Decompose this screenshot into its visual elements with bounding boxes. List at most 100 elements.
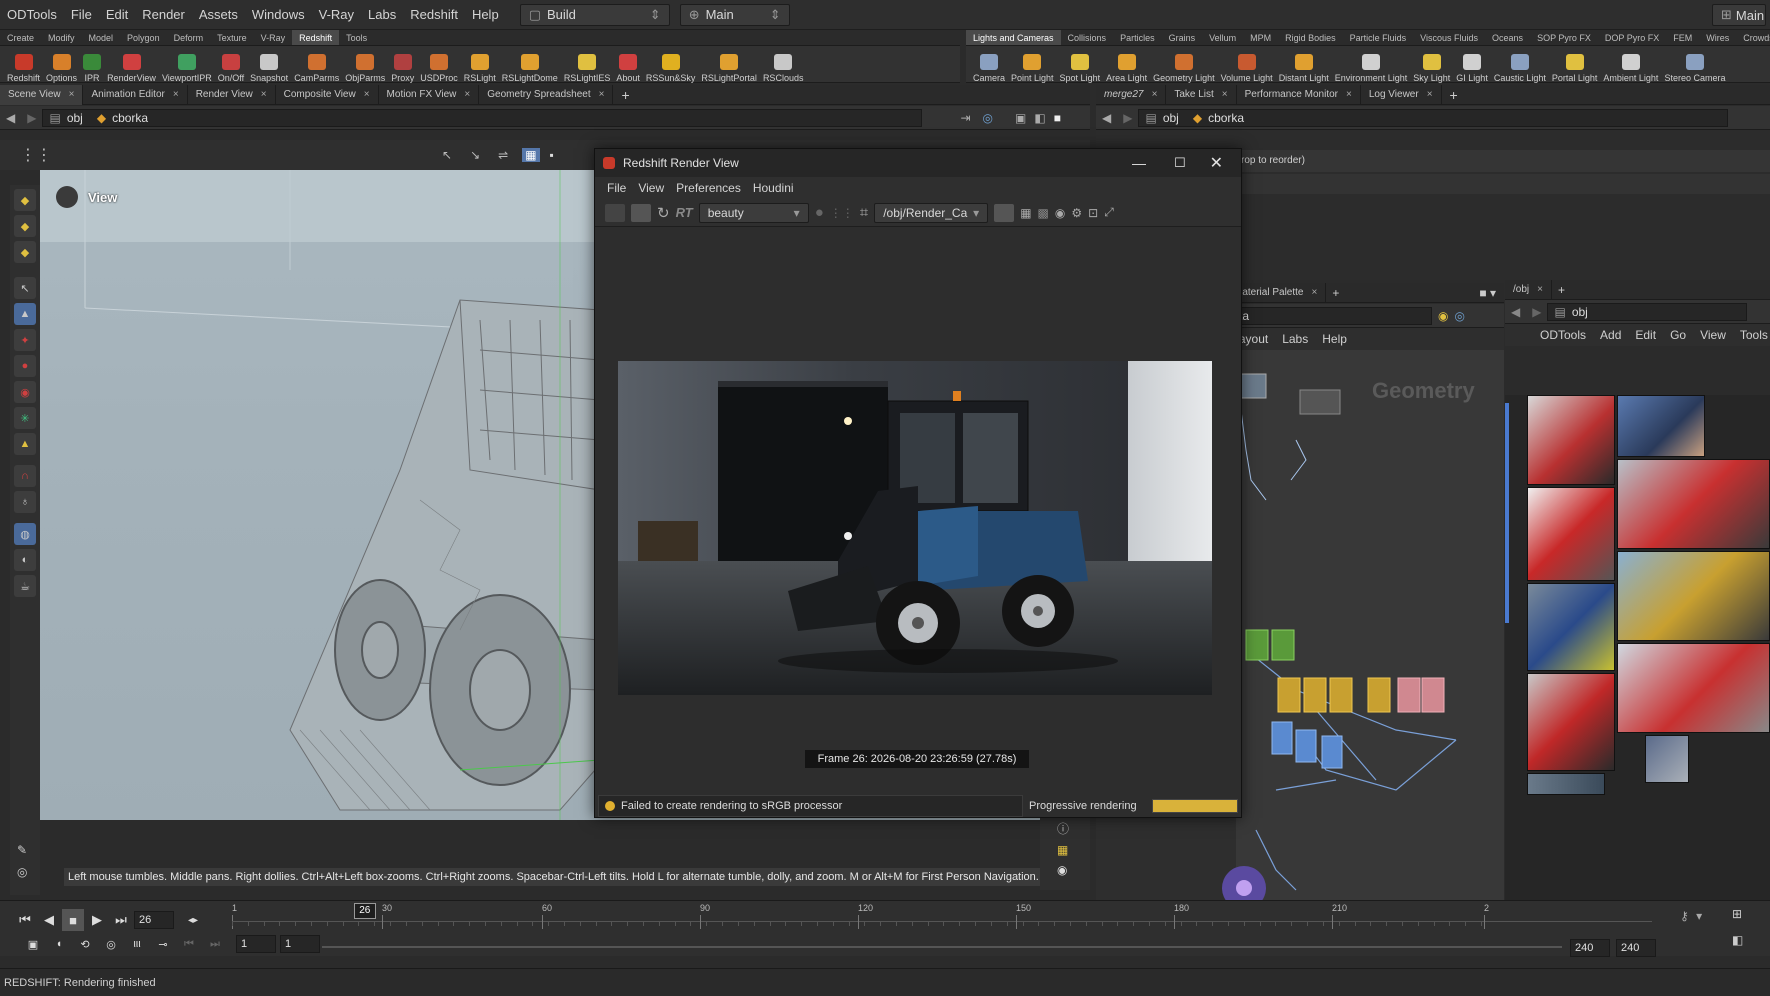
reference-thumb[interactable] [1527, 773, 1605, 795]
range-icon[interactable]: ⊸ [152, 933, 174, 955]
shelf-tab-tools[interactable]: Tools [339, 30, 374, 45]
shelf-tool-about[interactable]: About [613, 46, 643, 83]
shelf-tool-sky-light[interactable]: Sky Light [1410, 46, 1453, 83]
playback-start-field[interactable]: 1 [280, 935, 320, 953]
shelf-tab-crowds[interactable]: Crowds [1736, 30, 1770, 45]
display-mode-icon[interactable]: ▪ [550, 148, 554, 162]
handle-tool-icon[interactable]: ✳ [14, 407, 36, 429]
persp-icon[interactable]: ◎ [17, 865, 33, 879]
gallery-menu-odtools[interactable]: ODTools [1533, 328, 1593, 342]
render-menu-preferences[interactable]: Preferences [670, 181, 747, 195]
shelf-tab-polygon[interactable]: Polygon [120, 30, 167, 45]
magnet-tool-icon[interactable]: ∩ [14, 465, 36, 487]
shelf-tab-redshift[interactable]: Redshift [292, 30, 340, 45]
reference-thumb[interactable] [1617, 395, 1705, 457]
close-icon[interactable]: × [1537, 280, 1543, 300]
shelf-tab-deform[interactable]: Deform [167, 30, 211, 45]
render-view-titlebar[interactable]: Redshift Render View — ☐ ✕ [595, 149, 1241, 177]
shelf-tool-area-light[interactable]: Area Light [1103, 46, 1150, 83]
tab-composite-view[interactable]: Composite View × [276, 84, 379, 105]
select-arrow-icon[interactable]: ↖ [442, 148, 452, 162]
context-select[interactable]: ⊕ Main ⇕ [679, 3, 790, 26]
menu-edit[interactable]: Edit [99, 0, 135, 30]
shelf-tool-camparms[interactable]: CamParms [291, 46, 342, 83]
shelf-tab-vellum[interactable]: Vellum [1202, 30, 1243, 45]
shelf-tool-caustic-light[interactable]: Caustic Light [1491, 46, 1549, 83]
menu-assets[interactable]: Assets [192, 0, 245, 30]
forward-arrow-icon[interactable]: ▶ [1117, 111, 1138, 125]
timeline-ruler[interactable]: 1 30 60 90 120 150 180 210 2 26 [232, 903, 1652, 935]
shelf-tab-sop-pyro-fx[interactable]: SOP Pyro FX [1530, 30, 1598, 45]
shelf-tool-rssun-sky[interactable]: RSSun&Sky [643, 46, 699, 83]
display-icon[interactable]: ▣ [1011, 111, 1030, 125]
range-slider[interactable] [322, 946, 1562, 948]
stop-icon[interactable]: ■ [62, 909, 84, 931]
viewport-view-label[interactable]: View [56, 186, 117, 208]
path-node[interactable]: cborka [1208, 111, 1244, 125]
tab-geometry-spreadsheet[interactable]: Geometry Spreadsheet × [479, 84, 614, 105]
forward-arrow-icon[interactable]: ▶ [1526, 305, 1547, 319]
shelf-tool-rslightportal[interactable]: RSLightPortal [698, 46, 760, 83]
pose-tool-icon[interactable]: ▲ [14, 433, 36, 455]
tab-motion-fx-view[interactable]: Motion FX View × [379, 84, 480, 105]
current-frame-field[interactable]: 26 [134, 911, 174, 929]
shelf-tab-grains[interactable]: Grains [1162, 30, 1203, 45]
rotate-tool-icon[interactable]: ● [14, 355, 36, 377]
shelf-tab-collisions[interactable]: Collisions [1061, 30, 1114, 45]
gallery-menu-add[interactable]: Add [1593, 328, 1628, 342]
menu-windows[interactable]: Windows [245, 0, 312, 30]
menu-redshift[interactable]: Redshift [403, 0, 465, 30]
shelf-tool-environment-light[interactable]: Environment Light [1332, 46, 1411, 83]
reference-thumb[interactable] [1617, 643, 1770, 733]
lock-tool-icon[interactable]: ▲ [14, 303, 36, 325]
tab-take-list[interactable]: Take List × [1166, 84, 1237, 105]
shelf-tool-proxy[interactable]: Proxy [388, 46, 417, 83]
network-menu-help[interactable]: Help [1315, 332, 1354, 346]
forward-arrow-icon[interactable]: ▶ [21, 111, 42, 125]
camera-icon[interactable]: ◧ [1030, 111, 1049, 125]
close-icon[interactable]: × [464, 85, 470, 105]
keyframe-icon[interactable]: ▣ [22, 933, 44, 955]
close-icon[interactable]: × [364, 85, 370, 105]
shelf-tab-rigid-bodies[interactable]: Rigid Bodies [1278, 30, 1343, 45]
shelf-tool-options[interactable]: Options [43, 46, 80, 83]
shelf-tab-fem[interactable]: FEM [1666, 30, 1699, 45]
link-icon[interactable]: ◎ [979, 111, 997, 125]
key-icon[interactable]: ⚷ [1680, 909, 1689, 923]
render-menu-view[interactable]: View [632, 181, 670, 195]
add-tab-icon[interactable]: + [621, 87, 629, 103]
right-path-field[interactable]: ▤ obj ◆ cborka [1138, 108, 1729, 127]
tab-scene-view[interactable]: Scene View × [0, 84, 84, 105]
left-path-field[interactable]: ▤ obj ◆ cborka [42, 108, 923, 127]
menu-file[interactable]: File [64, 0, 99, 30]
redshift-render-view-window[interactable]: Redshift Render View — ☐ ✕ File View Prefe… [594, 148, 1242, 818]
shelf-tool-snapshot[interactable]: Snapshot [247, 46, 291, 83]
select-tool-icon[interactable]: ↖ [14, 277, 36, 299]
shelf-tool-point-light[interactable]: Point Light [1008, 46, 1057, 83]
select-arrow3-icon[interactable]: ⇌ [498, 148, 508, 162]
render-output-image[interactable] [618, 361, 1212, 695]
maximize-icon[interactable]: ☐ [1160, 155, 1200, 171]
grid-icon[interactable]: ▦ [1020, 206, 1031, 220]
back-arrow-icon[interactable]: ◀ [1096, 111, 1117, 125]
start-frame-field[interactable]: 1 [236, 935, 276, 953]
refresh-icon[interactable]: ↻ [657, 204, 670, 222]
realtime-icon[interactable]: ◎ [100, 933, 122, 955]
reference-thumb[interactable] [1527, 583, 1615, 671]
render-menu-file[interactable]: File [601, 181, 632, 195]
shelf-tool-spot-light[interactable]: Spot Light [1057, 46, 1104, 83]
shelf-tool-distant-light[interactable]: Distant Light [1276, 46, 1332, 83]
select-arrow2-icon[interactable]: ↘ [470, 148, 480, 162]
grid-toggle-icon[interactable]: ▦ [1057, 843, 1073, 857]
close-icon[interactable]: × [1311, 283, 1317, 303]
shelf-tool-gi-light[interactable]: GI Light [1453, 46, 1491, 83]
view-tool-icon[interactable]: ◍ [14, 523, 36, 545]
shelf-tool-geometry-light[interactable]: Geometry Light [1150, 46, 1218, 83]
tab-animation-editor[interactable]: Animation Editor × [83, 84, 188, 105]
next-key-icon[interactable]: ⏭ [204, 933, 226, 955]
shelf-tab-particles[interactable]: Particles [1113, 30, 1162, 45]
shelf-tool-ipr[interactable]: IPR [80, 46, 104, 83]
shelf-tool-redshift[interactable]: Redshift [4, 46, 43, 83]
tab-log-viewer[interactable]: Log Viewer × [1361, 84, 1442, 105]
jump-end-icon[interactable]: ⏭ [110, 909, 132, 931]
